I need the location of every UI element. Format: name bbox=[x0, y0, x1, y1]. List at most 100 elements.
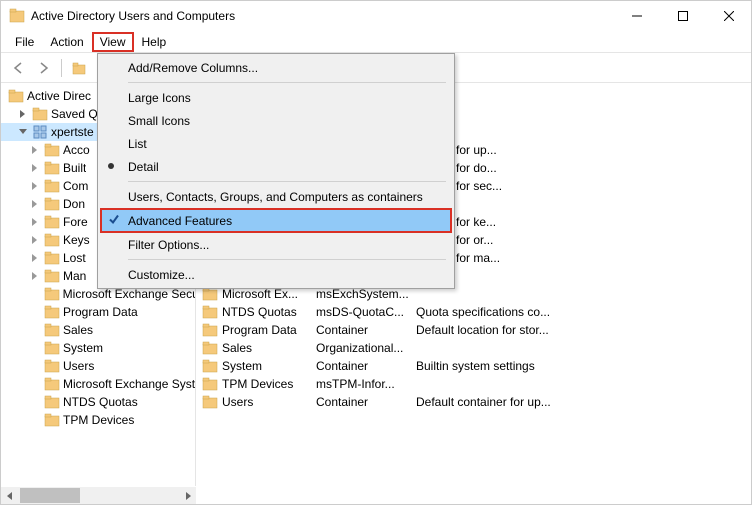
expander-icon[interactable] bbox=[29, 144, 41, 156]
folder-icon bbox=[44, 268, 60, 284]
menu-help[interactable]: Help bbox=[134, 32, 175, 52]
forward-button[interactable] bbox=[33, 57, 55, 79]
list-row[interactable]: Program DataContainerDefault location fo… bbox=[196, 321, 751, 339]
scroll-right-icon[interactable] bbox=[179, 487, 196, 504]
folder-icon bbox=[44, 340, 60, 356]
tree-label: xpertste bbox=[51, 125, 94, 139]
tree-scrollbar[interactable] bbox=[1, 487, 196, 504]
folder-icon bbox=[44, 394, 60, 410]
folder-icon bbox=[44, 322, 60, 338]
check-icon bbox=[108, 213, 120, 228]
close-button[interactable] bbox=[715, 6, 743, 26]
menu-separator bbox=[128, 82, 446, 83]
list-name: NTDS Quotas bbox=[222, 305, 316, 319]
menu-users-contacts[interactable]: Users, Contacts, Groups, and Computers a… bbox=[100, 185, 452, 208]
tree-item[interactable]: Program Data bbox=[1, 303, 195, 321]
tree-label: Com bbox=[63, 179, 88, 193]
view-menu: Add/Remove Columns... Large Icons Small … bbox=[97, 53, 455, 289]
tree-item[interactable]: Microsoft Exchange Syst bbox=[1, 375, 195, 393]
expander-icon[interactable] bbox=[29, 198, 41, 210]
list-row[interactable]: SystemContainerBuiltin system settings bbox=[196, 357, 751, 375]
menu-label: Customize... bbox=[128, 268, 195, 282]
minimize-button[interactable] bbox=[623, 6, 651, 26]
menu-list[interactable]: List bbox=[100, 132, 452, 155]
menu-label: Advanced Features bbox=[128, 214, 232, 228]
expander-icon[interactable] bbox=[29, 180, 41, 192]
tree-item[interactable]: System bbox=[1, 339, 195, 357]
tree-label: Microsoft Exchange Secu bbox=[63, 287, 195, 301]
tree-item[interactable]: NTDS Quotas bbox=[1, 393, 195, 411]
expander-icon[interactable] bbox=[17, 126, 29, 138]
list-desc: Default container for up... bbox=[416, 395, 751, 409]
menu-filter-options[interactable]: Filter Options... bbox=[100, 233, 452, 256]
menubar: File Action View Help bbox=[1, 31, 751, 53]
folder-icon bbox=[32, 106, 48, 122]
folder-icon bbox=[202, 340, 218, 356]
list-desc: Builtin system settings bbox=[416, 359, 751, 373]
scroll-thumb[interactable] bbox=[20, 488, 80, 503]
folder-icon bbox=[202, 358, 218, 374]
list-row[interactable]: TPM DevicesmsTPM-Infor... bbox=[196, 375, 751, 393]
list-name: Program Data bbox=[222, 323, 316, 337]
tree-label: Fore bbox=[63, 215, 88, 229]
expander-icon[interactable] bbox=[29, 162, 41, 174]
menu-customize[interactable]: Customize... bbox=[100, 263, 452, 286]
folder-icon bbox=[44, 358, 60, 374]
menu-action[interactable]: Action bbox=[42, 32, 91, 52]
expander-icon[interactable] bbox=[29, 270, 41, 282]
up-button[interactable] bbox=[68, 57, 90, 79]
tree-label: System bbox=[63, 341, 103, 355]
back-button[interactable] bbox=[7, 57, 29, 79]
tree-label: TPM Devices bbox=[63, 413, 134, 427]
menu-advanced-features[interactable]: Advanced Features bbox=[100, 208, 452, 233]
list-desc: Quota specifications co... bbox=[416, 305, 751, 319]
list-desc: ntainer for do... bbox=[416, 161, 751, 175]
list-desc: Default location for stor... bbox=[416, 323, 751, 337]
expander-icon[interactable] bbox=[17, 108, 29, 120]
menu-view[interactable]: View bbox=[92, 32, 134, 52]
list-row[interactable]: NTDS QuotasmsDS-QuotaC...Quota specifica… bbox=[196, 303, 751, 321]
list-type: Container bbox=[316, 359, 416, 373]
folder-icon bbox=[8, 88, 24, 104]
app-icon bbox=[9, 8, 25, 24]
folder-icon bbox=[44, 196, 60, 212]
list-desc: ntainer for up... bbox=[416, 143, 751, 157]
folder-icon bbox=[44, 304, 60, 320]
list-type: msExchSystem... bbox=[316, 287, 416, 301]
list-name: Microsoft Ex... bbox=[222, 287, 316, 301]
tree-label: Don bbox=[63, 197, 85, 211]
tree-item[interactable]: Users bbox=[1, 357, 195, 375]
tree-label: Man bbox=[63, 269, 86, 283]
menu-label: Filter Options... bbox=[128, 238, 209, 252]
tree-item[interactable]: TPM Devices bbox=[1, 411, 195, 429]
menu-detail[interactable]: Detail bbox=[100, 155, 452, 178]
tree-item[interactable]: Sales bbox=[1, 321, 195, 339]
menu-label: Add/Remove Columns... bbox=[128, 61, 258, 75]
list-name: Users bbox=[222, 395, 316, 409]
folder-icon bbox=[202, 322, 218, 338]
tree-label: Acco bbox=[63, 143, 90, 157]
list-row[interactable]: UsersContainerDefault container for up..… bbox=[196, 393, 751, 411]
menu-label: Users, Contacts, Groups, and Computers a… bbox=[128, 190, 423, 204]
menu-label: List bbox=[128, 137, 147, 151]
menu-small-icons[interactable]: Small Icons bbox=[100, 109, 452, 132]
menu-large-icons[interactable]: Large Icons bbox=[100, 86, 452, 109]
expander-icon[interactable] bbox=[29, 216, 41, 228]
list-name: Sales bbox=[222, 341, 316, 355]
folder-icon bbox=[44, 214, 60, 230]
maximize-button[interactable] bbox=[669, 6, 697, 26]
menu-file[interactable]: File bbox=[7, 32, 42, 52]
folder-icon bbox=[44, 160, 60, 176]
list-desc: ntainer for sec... bbox=[416, 179, 751, 193]
scroll-left-icon[interactable] bbox=[1, 487, 18, 504]
list-row[interactable]: SalesOrganizational... bbox=[196, 339, 751, 357]
menu-add-remove-columns[interactable]: Add/Remove Columns... bbox=[100, 56, 452, 79]
menu-label: Large Icons bbox=[128, 91, 191, 105]
expander-icon[interactable] bbox=[29, 252, 41, 264]
list-desc: n bbox=[416, 89, 751, 103]
radio-icon bbox=[106, 160, 116, 174]
expander-icon[interactable] bbox=[29, 234, 41, 246]
list-type: Organizational... bbox=[316, 341, 416, 355]
domain-icon bbox=[32, 124, 48, 140]
list-name: System bbox=[222, 359, 316, 373]
